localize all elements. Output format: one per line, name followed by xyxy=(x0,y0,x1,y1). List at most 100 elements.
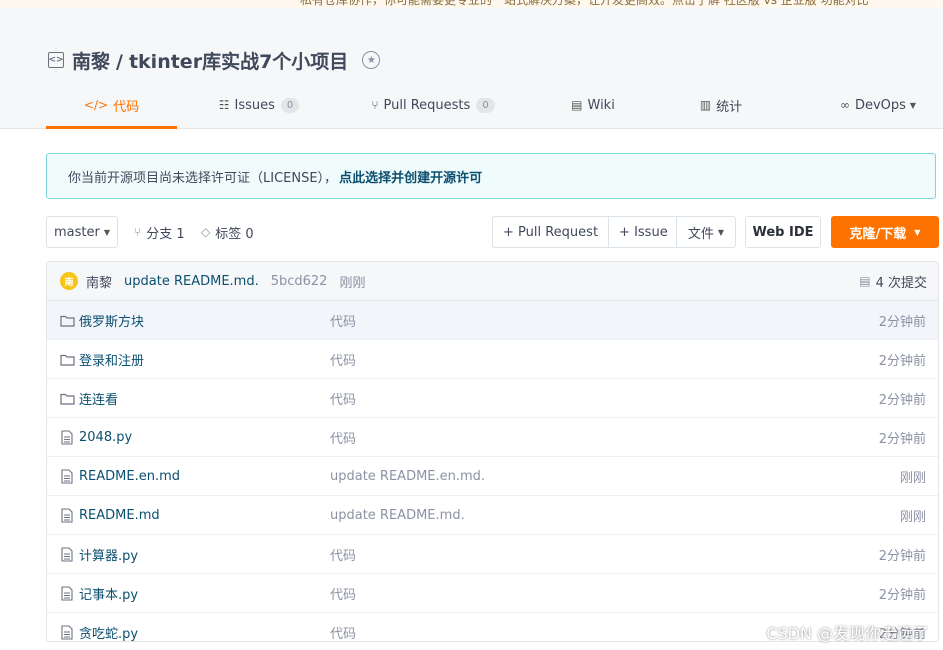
branches-label: 分支 1 xyxy=(146,226,185,242)
file-rows: 俄罗斯方块 代码 2分钟前 登录和注册 代码 2分钟前 连连看 代码 2分钟前 2048.py 代码… xyxy=(47,301,938,642)
tab-wiki-label: Wiki xyxy=(587,97,615,113)
pull-requests-count-badge: 0 xyxy=(476,97,495,113)
file-updated-time: 2分钟前 xyxy=(878,548,926,564)
chevron-down-icon: ▼ xyxy=(914,227,921,237)
code-icon: </> xyxy=(83,98,109,112)
folder-icon xyxy=(59,353,75,366)
recommended-badge-icon[interactable]: ★ xyxy=(362,51,381,69)
branch-icon: ⑂ xyxy=(134,225,142,239)
create-button-group: + Pull Request + Issue xyxy=(492,216,679,248)
folder-icon xyxy=(59,314,75,327)
file-commit-message[interactable]: 代码 xyxy=(330,311,356,330)
commit-message-link[interactable]: update README.md. xyxy=(124,274,259,289)
chevron-down-icon: ▼ xyxy=(717,227,725,237)
file-name-link[interactable]: 登录和注册 xyxy=(79,350,144,369)
file-name-link[interactable]: 贪吃蛇.py xyxy=(79,623,138,642)
repo-separator: / xyxy=(116,50,123,73)
commit-author[interactable]: 南黎 xyxy=(86,272,112,291)
repo-title: <> 南黎 / tkinter库实战7个小项目 ★ xyxy=(48,46,381,74)
file-updated-time: 2分钟前 xyxy=(878,314,926,330)
file-icon xyxy=(59,546,75,562)
tab-wiki[interactable]: ▤ Wiki xyxy=(566,84,620,126)
file-name-link[interactable]: 计算器.py xyxy=(79,545,138,564)
file-commit-message[interactable]: 代码 xyxy=(330,545,356,564)
file-commit-message[interactable]: 代码 xyxy=(330,389,356,408)
file-row[interactable]: 俄罗斯方块 代码 2分钟前 xyxy=(47,301,938,340)
file-row[interactable]: 登录和注册 代码 2分钟前 xyxy=(47,340,938,379)
file-row[interactable]: 连连看 代码 2分钟前 xyxy=(47,379,938,418)
folder-icon xyxy=(59,392,75,405)
file-icon xyxy=(59,585,75,601)
tab-code-label: 代码 xyxy=(113,99,140,115)
repo-name-link[interactable]: tkinter库实战7个小项目 xyxy=(129,51,348,73)
commits-icon: ▤ xyxy=(859,274,871,288)
tab-pull-requests-label: Pull Requests xyxy=(383,97,471,113)
file-row[interactable]: README.en.md update README.en.md. 刚刚 xyxy=(47,457,938,496)
issues-count-badge: 0 xyxy=(280,97,300,113)
file-row[interactable]: README.md update README.md. 刚刚 xyxy=(47,496,938,535)
file-name-link[interactable]: README.md xyxy=(79,508,160,523)
file-commit-message[interactable]: update README.md. xyxy=(330,508,465,523)
tab-code[interactable]: </> 代码 xyxy=(46,84,177,129)
clone-download-button[interactable]: 克隆/下载 ▼ xyxy=(831,216,939,248)
latest-commit-bar: 南 南黎 update README.md. 5bcd622 刚刚 ▤ 4 次提… xyxy=(47,262,938,301)
file-icon xyxy=(59,468,75,484)
tags-link[interactable]: ◇ 标签 0 xyxy=(201,216,254,248)
file-commit-message[interactable]: 代码 xyxy=(330,584,356,603)
file-commit-message[interactable]: update README.en.md. xyxy=(330,469,485,484)
commit-count-link[interactable]: ▤ 4 次提交 xyxy=(859,272,927,291)
file-updated-time: 2分钟前 xyxy=(878,392,926,408)
branch-select[interactable]: master ▼ xyxy=(46,216,118,248)
file-updated-time: 2分钟前 xyxy=(878,353,926,369)
files-dropdown-label: 文件 xyxy=(687,226,714,242)
avatar[interactable]: 南 xyxy=(60,272,78,290)
tag-icon: ◇ xyxy=(201,225,211,239)
chevron-down-icon: ▼ xyxy=(909,100,917,110)
repo-name-text: 南黎 / tkinter库实战7个小项目 xyxy=(72,47,348,74)
create-license-link[interactable]: 点此选择并创建开源许可 xyxy=(339,167,482,186)
file-name-link[interactable]: 2048.py xyxy=(79,430,132,445)
file-row[interactable]: 贪吃蛇.py 代码 2分钟前 xyxy=(47,613,938,642)
top-banner[interactable]: 私有仓库协作，你可能需要更专业的一站式解决方案，让开发更高效。点击了解 社区版 … xyxy=(0,0,943,8)
tags-label: 标签 0 xyxy=(215,226,254,242)
tab-issues[interactable]: ☷ Issues 0 xyxy=(214,84,304,126)
new-pull-request-button[interactable]: + Pull Request xyxy=(492,216,610,248)
file-updated-time: 刚刚 xyxy=(899,509,926,525)
file-row[interactable]: 计算器.py 代码 2分钟前 xyxy=(47,535,938,574)
wiki-icon: ▤ xyxy=(571,98,583,112)
file-row[interactable]: 2048.py 代码 2分钟前 xyxy=(47,418,938,457)
file-name-link[interactable]: README.en.md xyxy=(79,469,180,484)
file-icon xyxy=(59,507,75,523)
tab-pull-requests[interactable]: ⑂ Pull Requests 0 xyxy=(368,84,498,126)
file-commit-message[interactable]: 代码 xyxy=(330,428,356,447)
file-name-link[interactable]: 记事本.py xyxy=(79,584,138,603)
commit-sha-link[interactable]: 5bcd622 xyxy=(271,274,328,289)
repo-toolbar: master ▼ ⑂ 分支 1 ◇ 标签 0 + Pull Request + … xyxy=(46,216,940,248)
clone-download-label: 克隆/下载 xyxy=(849,226,907,242)
tab-devops-label: DevOps xyxy=(854,97,906,113)
license-notice: 你当前开源项目尚未选择许可证（LICENSE）， 点此选择并创建开源许可 xyxy=(46,153,936,199)
file-name-link[interactable]: 俄罗斯方块 xyxy=(79,311,144,330)
file-row[interactable]: 记事本.py 代码 2分钟前 xyxy=(47,574,938,613)
file-name-link[interactable]: 连连看 xyxy=(79,389,118,408)
pull-request-icon: ⑂ xyxy=(371,98,379,112)
web-ide-button[interactable]: Web IDE xyxy=(745,216,821,248)
tab-stats[interactable]: ▥ 统计 xyxy=(696,84,746,126)
top-banner-text: 私有仓库协作，你可能需要更专业的一站式解决方案，让开发更高效。点击了解 社区版 … xyxy=(300,0,869,7)
file-icon xyxy=(59,624,75,640)
stats-icon: ▥ xyxy=(699,98,712,112)
file-commit-message[interactable]: 代码 xyxy=(330,350,356,369)
license-notice-text: 你当前开源项目尚未选择许可证（LICENSE）， xyxy=(68,170,338,186)
branches-link[interactable]: ⑂ 分支 1 xyxy=(134,216,185,248)
devops-icon: ∞ xyxy=(839,98,850,112)
files-dropdown[interactable]: 文件 ▼ xyxy=(676,216,736,248)
tab-devops[interactable]: ∞ DevOps ▼ xyxy=(832,84,924,126)
new-issue-button[interactable]: + Issue xyxy=(609,216,679,248)
tab-stats-label: 统计 xyxy=(716,99,743,115)
file-updated-time: 2分钟前 xyxy=(878,626,926,642)
chevron-down-icon: ▼ xyxy=(103,227,110,237)
file-commit-message[interactable]: 代码 xyxy=(330,623,356,642)
repo-owner-link[interactable]: 南黎 xyxy=(72,51,110,73)
file-list: 南 南黎 update README.md. 5bcd622 刚刚 ▤ 4 次提… xyxy=(46,261,939,642)
commit-count-label: 4 次提交 xyxy=(875,275,927,291)
